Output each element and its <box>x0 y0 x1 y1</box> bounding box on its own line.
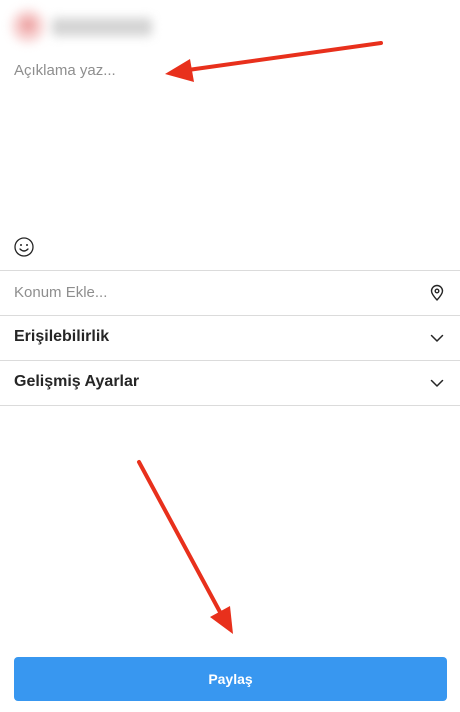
avatar <box>12 10 44 42</box>
divider <box>0 405 460 406</box>
accessibility-label: Erişilebilirlik <box>14 328 110 345</box>
arrow-to-share <box>137 460 233 634</box>
smiley-icon <box>14 237 34 257</box>
share-button[interactable]: Paylaş <box>14 657 447 701</box>
location-pin-icon <box>428 284 446 302</box>
advanced-settings-row[interactable]: Gelişmiş Ayarlar <box>0 361 460 405</box>
chevron-down-icon <box>428 374 446 392</box>
user-header <box>8 4 160 52</box>
arrow-to-caption <box>165 41 383 82</box>
chevron-down-icon <box>428 329 446 347</box>
emoji-icon[interactable] <box>13 236 35 258</box>
accessibility-row[interactable]: Erişilebilirlik <box>0 316 460 360</box>
location-input[interactable]: Konum Ekle... <box>14 284 107 301</box>
advanced-settings-label: Gelişmiş Ayarlar <box>14 373 140 390</box>
add-location-row[interactable]: Konum Ekle... <box>0 271 460 315</box>
username-blurred <box>52 18 152 36</box>
caption-input[interactable]: Açıklama yaz... <box>14 62 116 79</box>
